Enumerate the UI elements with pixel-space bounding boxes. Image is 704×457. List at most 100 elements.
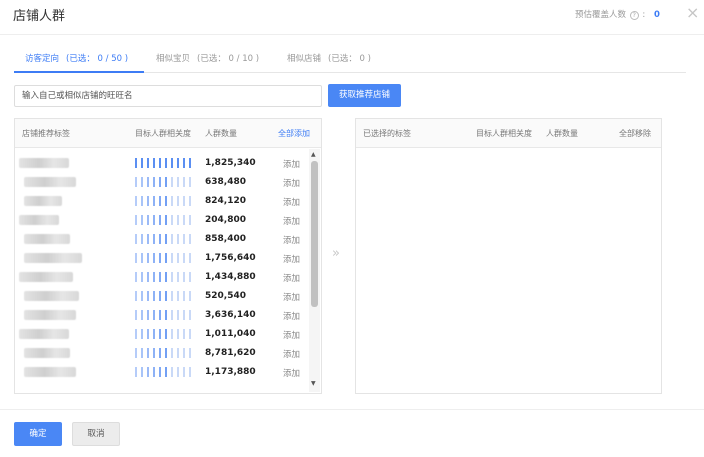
relevance-bar [183,310,185,320]
relevance-meter [135,196,193,206]
col-relevance-header: 目标人群相关度 [135,129,191,138]
add-tag-button[interactable]: 添加 [283,272,300,284]
relevance-bar [177,177,179,187]
add-tag-button[interactable]: 添加 [283,291,300,303]
relevance-bar [171,234,173,244]
recommended-tags-header: 店铺推荐标签 目标人群相关度 人群数量 全部添加 [15,119,321,148]
relevance-bar [153,253,155,263]
tag-row: 1,756,640 添加 [15,249,309,268]
relevance-bar [135,234,137,244]
relevance-bar [189,329,191,339]
cancel-button[interactable]: 取消 [72,422,120,446]
relevance-bar [177,329,179,339]
relevance-meter [135,272,193,282]
relevance-bar [171,253,173,263]
footer-divider [0,409,704,410]
add-tag-button[interactable]: 添加 [283,177,300,189]
relevance-bar [177,215,179,225]
scrollbar-thumb[interactable] [311,161,318,307]
add-tag-button[interactable]: 添加 [283,329,300,341]
add-all-button[interactable]: 全部添加 [278,128,310,139]
scrollbar[interactable]: ▲ ▼ [309,149,320,392]
shop-search-input[interactable] [14,85,322,107]
relevance-meter [135,253,193,263]
audience-count: 1,756,640 [205,253,256,263]
relevance-bar [141,310,143,320]
scroll-up-icon[interactable]: ▲ [311,151,316,158]
tag-row: 638,480 添加 [15,173,309,192]
relevance-bar [183,367,185,377]
relevance-bar [171,215,173,225]
relevance-bar [159,177,161,187]
relevance-bar [147,272,149,282]
relevance-bar [159,291,161,301]
tag-name-blurred [24,291,79,301]
relevance-bar [135,348,137,358]
relevance-bar [159,367,161,377]
relevance-bar [177,253,179,263]
relevance-bar [165,177,167,187]
tag-name-blurred [24,196,62,206]
relevance-bar [141,215,143,225]
header-divider [0,34,704,35]
tab-similar-items[interactable]: 相似宝贝 (已选： 0 / 10 ) [156,52,259,64]
relevance-bar [177,272,179,282]
add-tag-button[interactable]: 添加 [283,348,300,360]
relevance-bar [171,291,173,301]
confirm-button[interactable]: 确定 [14,422,62,446]
relevance-bar [171,272,173,282]
relevance-bar [189,196,191,206]
relevance-bar [135,272,137,282]
scroll-down-icon[interactable]: ▼ [311,380,316,387]
add-tag-button[interactable]: 添加 [283,253,300,265]
transfer-arrow-icon: » [332,246,340,261]
add-tag-button[interactable]: 添加 [283,196,300,208]
fetch-recommended-shops-button[interactable]: 获取推荐店铺 [328,84,401,107]
tab-count: (已选： 0 / 50 ) [66,54,129,64]
relevance-bar [159,329,161,339]
audience-count: 520,540 [205,291,246,301]
relevance-bar [177,158,179,168]
close-icon[interactable]: × [686,3,699,22]
relevance-bar [135,310,137,320]
add-tag-button[interactable]: 添加 [283,310,300,322]
add-tag-button[interactable]: 添加 [283,215,300,227]
add-tag-button[interactable]: 添加 [283,234,300,246]
relevance-bar [177,291,179,301]
add-tag-button[interactable]: 添加 [283,367,300,379]
relevance-bar [159,272,161,282]
relevance-bar [153,272,155,282]
relevance-bar [153,348,155,358]
help-icon[interactable]: ? [629,11,639,20]
relevance-bar [135,291,137,301]
tag-row: 858,400 添加 [15,230,309,249]
relevance-bar [165,310,167,320]
add-tag-button[interactable]: 添加 [283,158,300,170]
tab-visitor-targeting[interactable]: 访客定向 (已选： 0 / 50 ) [25,52,128,64]
audience-count: 1,825,340 [205,158,256,168]
relevance-bar [147,158,149,168]
relevance-meter [135,310,193,320]
audience-count: 638,480 [205,177,246,187]
relevance-bar [189,367,191,377]
relevance-bar [171,158,173,168]
relevance-bar [171,348,173,358]
relevance-bar [189,158,191,168]
audience-count: 824,120 [205,196,246,206]
relevance-bar [147,196,149,206]
relevance-bar [189,348,191,358]
relevance-bar [165,196,167,206]
relevance-meter [135,367,193,377]
relevance-bar [159,215,161,225]
relevance-meter [135,329,193,339]
remove-all-button[interactable]: 全部移除 [619,128,651,139]
relevance-bar [183,253,185,263]
relevance-bar [189,234,191,244]
col-selected-header: 已选择的标签 [363,129,411,138]
relevance-bar [183,234,185,244]
tag-name-blurred [24,367,76,377]
audience-count: 8,781,620 [205,348,256,358]
relevance-bar [165,234,167,244]
tab-bar: 访客定向 (已选： 0 / 50 ) 相似宝贝 (已选： 0 / 10 ) 相似店铺… [14,44,686,73]
tab-similar-shops[interactable]: 相似店铺 (已选： 0 ) [287,52,371,64]
